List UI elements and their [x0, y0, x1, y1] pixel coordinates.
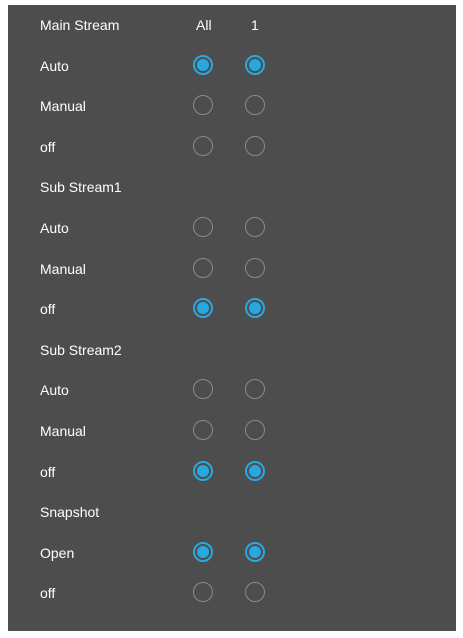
sub-stream1-off-all-radio[interactable] [193, 298, 213, 319]
column-header-all: All [196, 17, 212, 33]
sub-stream2-manual-all-radio[interactable] [193, 419, 213, 440]
main-stream-off-row: off [8, 127, 456, 168]
main-stream-manual-all-radio[interactable] [193, 95, 213, 116]
sub-stream1-auto-all-radio[interactable] [193, 216, 213, 237]
option-label: off [40, 301, 56, 318]
sub-stream2-off-all-radio[interactable] [193, 460, 213, 481]
sub-stream1-auto-ch1-radio[interactable] [245, 216, 265, 237]
sub-stream2-off-ch1-radio[interactable] [245, 460, 265, 481]
sub-stream2-manual-row: Manual [8, 411, 456, 452]
main-stream-manual-ch1-radio[interactable] [245, 95, 265, 116]
option-label: Auto [40, 382, 69, 399]
main-stream-off-all-radio[interactable] [193, 135, 213, 156]
sub-stream1-off-row: off [8, 289, 456, 330]
option-label: Auto [40, 57, 69, 74]
sub-stream2-manual-ch1-radio[interactable] [245, 419, 265, 440]
main-stream-auto-all-radio[interactable] [193, 54, 213, 75]
option-label: Manual [40, 422, 86, 439]
option-label: Manual [40, 98, 86, 115]
sub-stream2-auto-ch1-radio[interactable] [245, 379, 265, 400]
option-label: off [40, 138, 56, 155]
main-stream-off-ch1-radio[interactable] [245, 135, 265, 156]
snapshot-off-all-radio[interactable] [193, 582, 213, 603]
sub-stream1-manual-all-radio[interactable] [193, 257, 213, 278]
sub-stream1-manual-ch1-radio[interactable] [245, 257, 265, 278]
snapshot-off-ch1-radio[interactable] [245, 582, 265, 603]
snapshot-off-row: off [8, 573, 456, 614]
snapshot-header-row: Snapshot [8, 492, 456, 533]
snapshot-open-all-radio[interactable] [193, 541, 213, 562]
sub-stream2-off-row: off [8, 452, 456, 493]
option-label: Manual [40, 260, 86, 277]
main-stream-manual-row: Manual [8, 86, 456, 127]
sub-stream1-header-row: Sub Stream1 [8, 167, 456, 208]
option-label: Open [40, 544, 75, 561]
sub-stream2-title: Sub Stream2 [40, 341, 122, 358]
snapshot-open-ch1-radio[interactable] [245, 541, 265, 562]
option-label: Auto [40, 219, 69, 236]
main-stream-auto-row: Auto [8, 46, 456, 87]
option-label: off [40, 463, 56, 480]
sub-stream1-manual-row: Manual [8, 249, 456, 290]
option-label: off [40, 585, 56, 602]
sub-stream2-header-row: Sub Stream2 [8, 330, 456, 371]
sub-stream1-off-ch1-radio[interactable] [245, 298, 265, 319]
stream-settings-panel: Main Stream All 1 Auto Manual off Sub St… [8, 5, 456, 631]
sub-stream2-auto-row: Auto [8, 370, 456, 411]
snapshot-title: Snapshot [40, 504, 100, 521]
main-stream-auto-ch1-radio[interactable] [245, 54, 265, 75]
main-stream-header-row: Main Stream All 1 [8, 5, 456, 46]
main-stream-title: Main Stream [40, 17, 120, 33]
column-header-1: 1 [251, 17, 259, 33]
sub-stream1-title: Sub Stream1 [40, 179, 122, 196]
snapshot-open-row: Open [8, 533, 456, 574]
sub-stream2-auto-all-radio[interactable] [193, 379, 213, 400]
sub-stream1-auto-row: Auto [8, 208, 456, 249]
